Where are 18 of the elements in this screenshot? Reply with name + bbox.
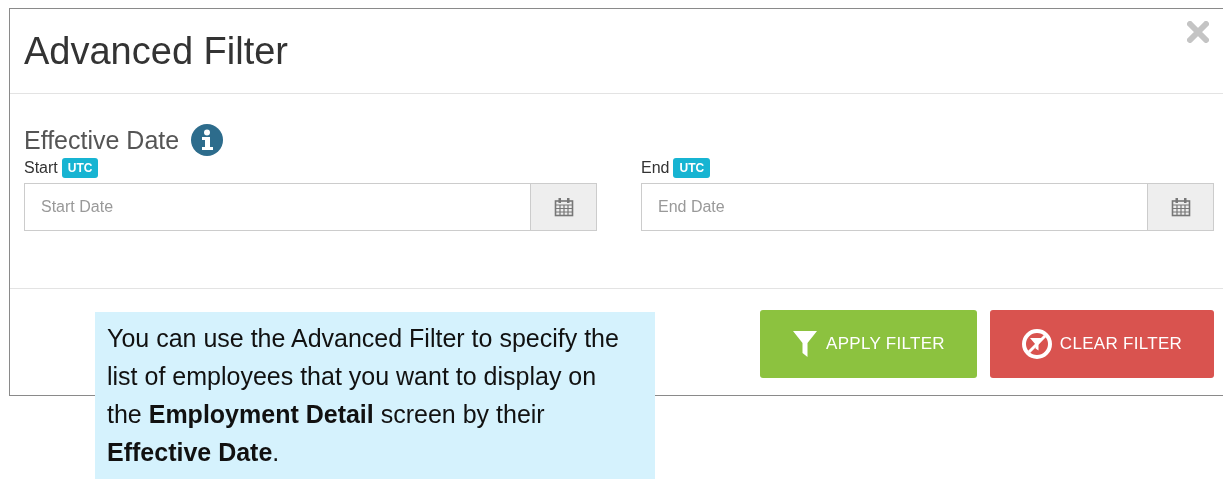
date-input-field[interactable]: Start Date xyxy=(24,183,530,231)
field-label: End xyxy=(641,159,670,177)
calendar-icon xyxy=(1170,197,1191,217)
calendar-button[interactable] xyxy=(530,183,597,231)
field-label: Start xyxy=(24,159,58,177)
callout-text: You can use the Advanced Filter to specify the list of employees that you want to display on the Employment Detail screen by their Effective Date. xyxy=(95,312,655,479)
funnel-icon xyxy=(792,330,819,358)
cleared-funnel-icon xyxy=(1021,329,1052,359)
clear-filter-button[interactable]: CLEAR FILTER xyxy=(990,310,1214,378)
info-icon[interactable] xyxy=(191,124,224,156)
utc-badge: UTC xyxy=(673,158,711,178)
calendar-icon xyxy=(553,197,574,217)
section-title: Effective Date xyxy=(24,125,180,155)
dialog-title: Advanced Filter xyxy=(24,29,288,73)
apply-filter-button[interactable]: APPLY FILTER xyxy=(760,310,977,378)
date-input-field[interactable]: End Date xyxy=(641,183,1147,231)
calendar-button[interactable] xyxy=(1147,183,1214,231)
utc-badge: UTC xyxy=(61,158,99,178)
